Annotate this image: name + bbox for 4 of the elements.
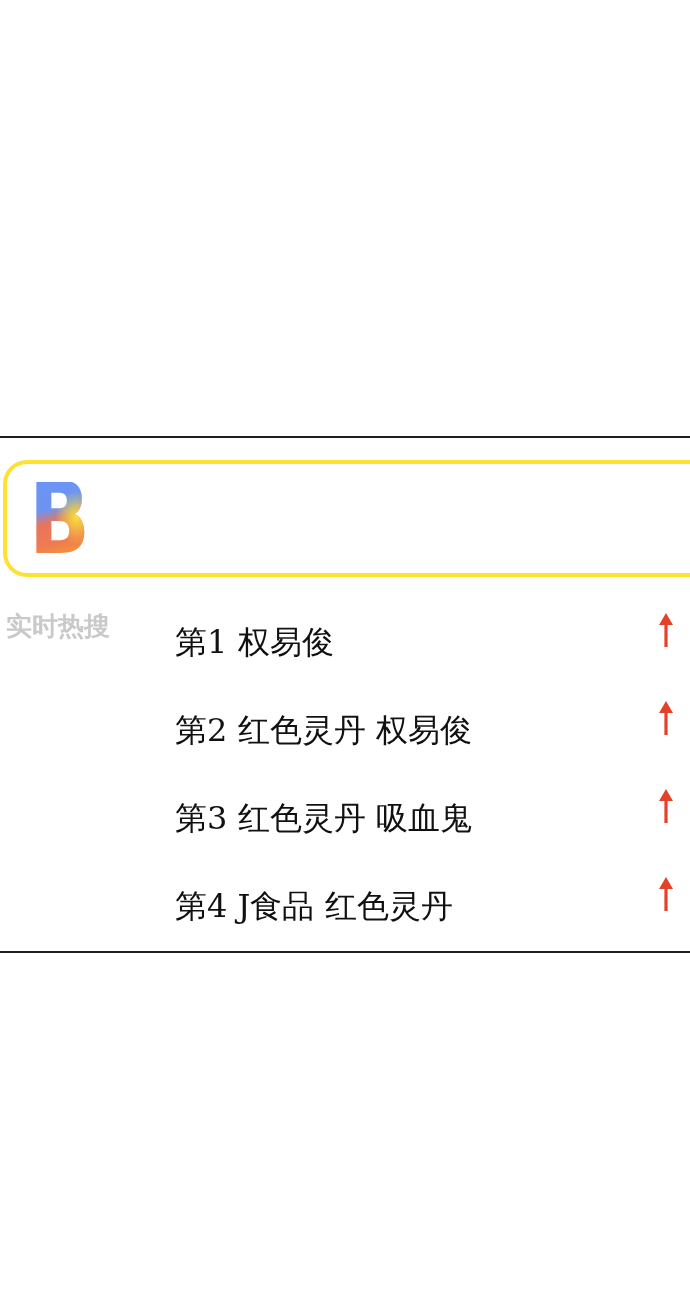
hot-search-item[interactable]: 第3 红色灵丹 吸血鬼 <box>175 798 472 838</box>
hot-search-item[interactable]: 第1 权易俊 <box>175 622 334 662</box>
hot-search-item[interactable]: 第2 红色灵丹 权易俊 <box>175 710 472 750</box>
hot-search-item[interactable]: 第4 J食品 红色灵丹 <box>175 886 453 926</box>
